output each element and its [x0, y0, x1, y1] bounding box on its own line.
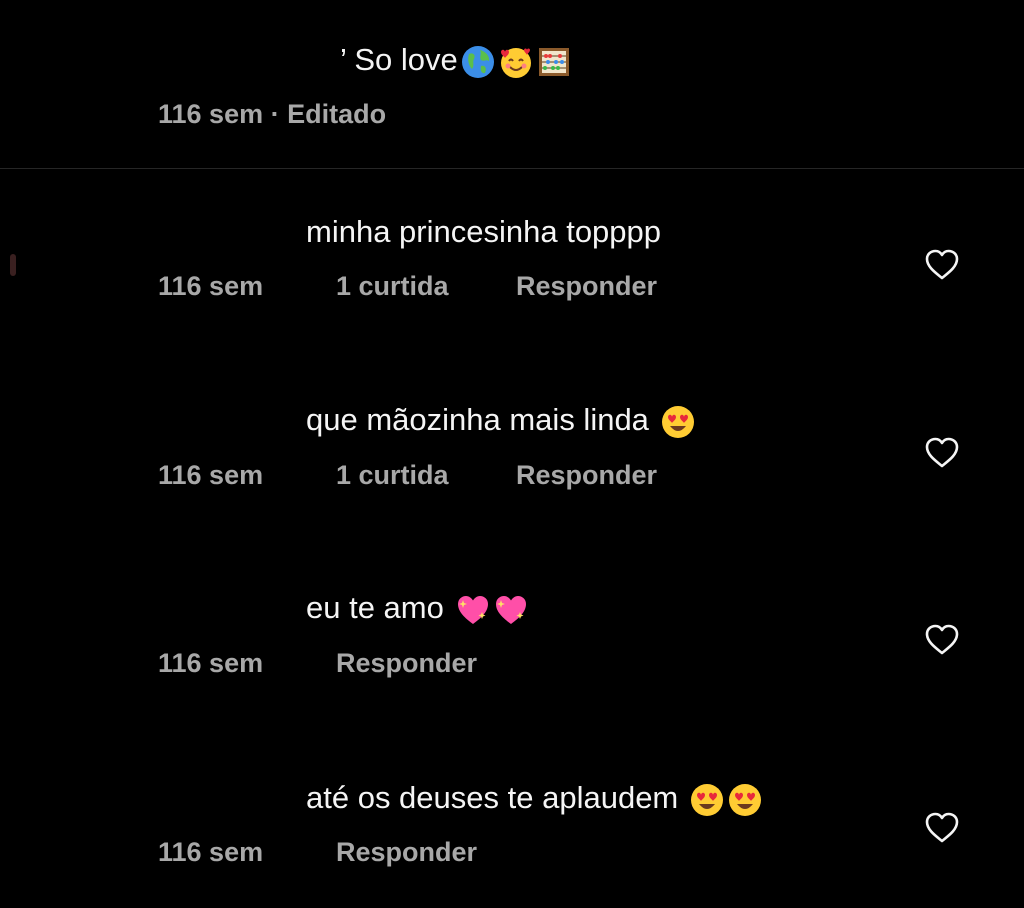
- reply-button[interactable]: Responder: [336, 647, 477, 679]
- reply-button[interactable]: Responder: [516, 459, 657, 491]
- comment-meta: 116 sem: [158, 459, 263, 491]
- sparkling-heart-icon: [455, 592, 491, 628]
- comment-time: 116 sem: [158, 648, 264, 678]
- heart-eyes-icon: [660, 404, 696, 440]
- heart-outline-icon: [925, 437, 959, 468]
- comment-body: até os deuses te aplaudem: [306, 780, 679, 815]
- likes-count[interactable]: 1 curtida: [336, 270, 449, 302]
- sparkling-heart-icon: [493, 592, 529, 628]
- comment-body: minha princesinha topppp: [306, 214, 662, 249]
- comment-meta: 116 sem: [158, 836, 263, 868]
- reply-button[interactable]: Responder: [336, 836, 477, 868]
- comment-time: 116 sem: [158, 99, 264, 129]
- abacus-icon: [536, 44, 572, 80]
- reply-button[interactable]: Responder: [516, 270, 657, 302]
- comment-body: eu te amo: [306, 590, 444, 625]
- like-button[interactable]: [922, 620, 962, 660]
- earth-globe-icon: [460, 44, 496, 80]
- comment-text: eu te amo: [306, 590, 529, 628]
- comment-meta: 116 sem: [158, 270, 263, 302]
- comment-text: que mãozinha mais linda: [306, 402, 696, 440]
- heart-eyes-icon: [727, 782, 763, 818]
- comment-text: ’ So love: [340, 42, 572, 80]
- comment-text-prefix: ’: [340, 42, 346, 77]
- comment-time: 116 sem: [158, 837, 264, 867]
- comment-body: que mãozinha mais linda: [306, 402, 649, 437]
- heart-outline-icon: [925, 249, 959, 280]
- like-button[interactable]: [922, 808, 962, 848]
- divider: [0, 168, 1024, 169]
- comment-body: So love: [354, 42, 458, 77]
- heart-outline-icon: [925, 812, 959, 843]
- smiling-face-with-hearts-icon: [498, 44, 534, 80]
- comment-meta: 116 sem: [158, 647, 263, 679]
- avatar[interactable]: [10, 254, 16, 276]
- comment-meta: 116 sem · Editado: [158, 98, 386, 130]
- heart-eyes-icon: [689, 782, 725, 818]
- comment-text: até os deuses te aplaudem: [306, 780, 763, 818]
- likes-count[interactable]: 1 curtida: [336, 459, 449, 491]
- meta-separator: ·: [270, 99, 280, 129]
- like-button[interactable]: [922, 433, 962, 473]
- edited-label: Editado: [287, 99, 387, 129]
- comment-text: minha princesinha topppp: [306, 214, 661, 250]
- comments-screen: ’ So love 116 sem · Editado minha prince…: [0, 0, 1024, 908]
- comment-time: 116 sem: [158, 271, 264, 301]
- like-button[interactable]: [922, 245, 962, 285]
- heart-outline-icon: [925, 624, 959, 655]
- comment-time: 116 sem: [158, 460, 264, 490]
